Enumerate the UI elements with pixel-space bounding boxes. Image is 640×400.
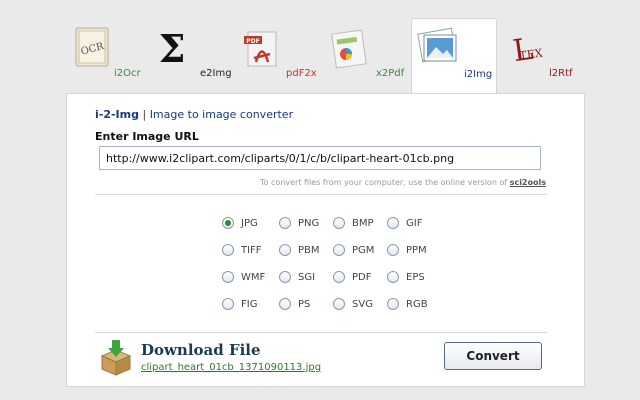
format-label: JPG bbox=[241, 217, 258, 229]
tab-label: x2Pdf bbox=[376, 68, 405, 79]
header-subtitle: Image to image converter bbox=[149, 108, 294, 121]
radio-button[interactable] bbox=[279, 217, 291, 229]
hint-text: To convert files from your computer, use… bbox=[260, 178, 546, 187]
radio-button[interactable] bbox=[387, 244, 399, 256]
svg-text:Σ: Σ bbox=[159, 26, 186, 71]
format-label: PS bbox=[298, 298, 311, 310]
radio-button[interactable] bbox=[222, 244, 234, 256]
url-label: Enter Image URL bbox=[95, 130, 199, 143]
format-option-ps[interactable]: PS bbox=[279, 298, 310, 310]
radio-button[interactable] bbox=[222, 217, 234, 229]
tab-label: l2Rtf bbox=[549, 68, 573, 79]
image-icon bbox=[417, 27, 457, 63]
latex-icon: L TEX bbox=[511, 32, 544, 69]
format-option-eps[interactable]: EPS bbox=[387, 271, 425, 283]
format-label: PPM bbox=[406, 244, 427, 256]
tab-e2img[interactable]: Σ e2Img bbox=[148, 18, 234, 94]
format-option-png[interactable]: PNG bbox=[279, 217, 319, 229]
format-option-sgi[interactable]: SGI bbox=[279, 271, 315, 283]
radio-button[interactable] bbox=[387, 271, 399, 283]
radio-button[interactable] bbox=[387, 298, 399, 310]
format-option-fig[interactable]: FIG bbox=[222, 298, 257, 310]
spreadsheet-icon bbox=[331, 29, 367, 69]
format-option-bmp[interactable]: BMP bbox=[333, 217, 374, 229]
format-option-tiff[interactable]: TIFF bbox=[222, 244, 262, 256]
tab-label: pdF2x bbox=[286, 68, 317, 79]
radio-button[interactable] bbox=[222, 298, 234, 310]
header-separator: | bbox=[138, 108, 150, 121]
tab-label: i2Ocr bbox=[114, 68, 141, 79]
hint-message: To convert files from your computer, use… bbox=[260, 178, 510, 187]
format-option-svg[interactable]: SVG bbox=[333, 298, 373, 310]
brand-name: i-2-Img bbox=[95, 108, 139, 121]
radio-button[interactable] bbox=[222, 271, 234, 283]
sci2ools-link[interactable]: sci2ools bbox=[510, 178, 546, 187]
radio-button[interactable] bbox=[279, 298, 291, 310]
format-label: GIF bbox=[406, 217, 423, 229]
svg-text:TEX: TEX bbox=[519, 46, 544, 62]
format-label: RGB bbox=[406, 298, 428, 310]
panel-header: i-2-Img | Image to image converter bbox=[95, 108, 293, 121]
pdf-icon: PDF bbox=[244, 31, 277, 67]
download-file-link[interactable]: clipart_heart_01cb_1371090113.jpg bbox=[141, 362, 321, 373]
tab-l2rtf[interactable]: L TEX l2Rtf bbox=[499, 18, 583, 94]
format-label: PDF bbox=[352, 271, 372, 283]
format-label: PBM bbox=[298, 244, 320, 256]
tab-i2img[interactable]: i2Img bbox=[411, 18, 497, 94]
format-label: FIG bbox=[241, 298, 258, 310]
format-option-pdf[interactable]: PDF bbox=[333, 271, 371, 283]
format-options: JPG PNG BMP GIF TIFF PBM PGM PPM WMF SGI… bbox=[222, 217, 442, 327]
radio-button[interactable] bbox=[333, 244, 345, 256]
svg-text:PDF: PDF bbox=[246, 38, 259, 45]
ocr-icon: OCR bbox=[75, 27, 109, 67]
divider bbox=[95, 194, 547, 195]
format-label: WMF bbox=[241, 271, 266, 283]
format-label: EPS bbox=[406, 271, 425, 283]
radio-button[interactable] bbox=[279, 271, 291, 283]
format-label: PGM bbox=[352, 244, 375, 256]
format-option-pgm[interactable]: PGM bbox=[333, 244, 374, 256]
format-label: SGI bbox=[298, 271, 316, 283]
format-option-rgb[interactable]: RGB bbox=[387, 298, 428, 310]
radio-button[interactable] bbox=[279, 244, 291, 256]
sigma-icon: Σ bbox=[159, 26, 186, 71]
format-label: SVG bbox=[352, 298, 373, 310]
convert-button[interactable]: Convert bbox=[444, 342, 542, 370]
tool-tab-bar: OCR i2Ocr Σ e2Img PDF pdF2x x2Pdf i2Img … bbox=[66, 18, 586, 94]
tab-i2ocr[interactable]: OCR i2Ocr bbox=[66, 18, 146, 94]
divider bbox=[95, 332, 547, 333]
format-option-ppm[interactable]: PPM bbox=[387, 244, 427, 256]
converter-panel: i-2-Img | Image to image converter Enter… bbox=[66, 93, 585, 387]
format-label: TIFF bbox=[241, 244, 262, 256]
format-label: PNG bbox=[298, 217, 320, 229]
tab-pdf2x[interactable]: PDF pdF2x bbox=[236, 18, 322, 94]
format-option-pbm[interactable]: PBM bbox=[279, 244, 320, 256]
format-option-wmf[interactable]: WMF bbox=[222, 271, 265, 283]
radio-button[interactable] bbox=[333, 298, 345, 310]
download-title: Download File bbox=[141, 341, 261, 359]
radio-button[interactable] bbox=[387, 217, 399, 229]
tab-label: e2Img bbox=[200, 68, 232, 79]
tab-x2pdf[interactable]: x2Pdf bbox=[324, 18, 406, 94]
url-input[interactable] bbox=[99, 146, 541, 170]
format-option-gif[interactable]: GIF bbox=[387, 217, 422, 229]
radio-button[interactable] bbox=[333, 271, 345, 283]
tab-label: i2Img bbox=[464, 69, 493, 80]
format-label: BMP bbox=[352, 217, 374, 229]
download-box-icon bbox=[100, 340, 132, 376]
radio-button[interactable] bbox=[333, 217, 345, 229]
format-option-jpg[interactable]: JPG bbox=[222, 217, 258, 229]
